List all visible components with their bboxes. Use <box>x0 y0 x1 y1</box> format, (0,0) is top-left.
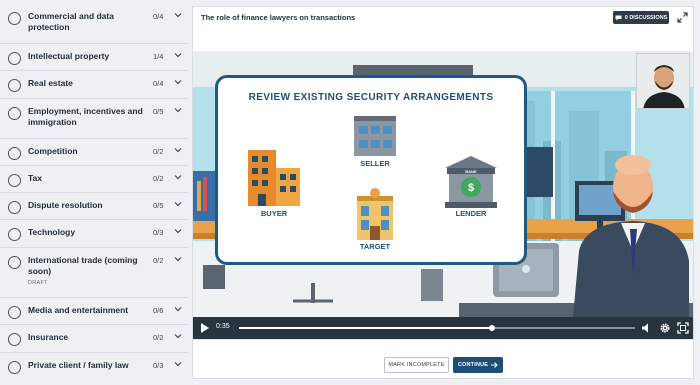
sidebar-item-label: Technology <box>28 227 76 237</box>
lender-label: LENDER <box>455 209 487 218</box>
progress-handle[interactable] <box>489 325 495 331</box>
seller-label: SELLER <box>360 159 390 168</box>
progress-count: 0/6 <box>153 306 164 315</box>
chevron-down-icon[interactable] <box>173 359 183 369</box>
chat-bubble-icon <box>615 15 622 20</box>
progress-count: 0/2 <box>153 333 164 342</box>
incomplete-circle-icon <box>8 52 21 65</box>
sidebar-item-private-client[interactable]: Private client / family law 0/3 <box>0 353 188 383</box>
progress-count: 0/4 <box>153 12 164 21</box>
seller-building-icon <box>354 116 396 156</box>
incomplete-circle-icon <box>8 79 21 92</box>
bank-sign-text: BANK <box>465 169 477 174</box>
current-time: 0:35 <box>216 323 230 330</box>
continue-label: CONTINUE <box>457 362 489 368</box>
dollar-sign-icon: $ <box>468 182 474 194</box>
presenter-avatar <box>637 54 689 108</box>
sidebar-item-ip[interactable]: Intellectual property 1/4 <box>0 44 188 71</box>
buyer-building-icon <box>248 150 300 206</box>
play-icon[interactable] <box>201 323 209 333</box>
lesson-footer: MARK INCOMPLETE CONTINUE <box>193 339 693 379</box>
incomplete-circle-icon <box>8 147 21 160</box>
chevron-down-icon[interactable] <box>173 331 183 341</box>
sidebar-item-dispute[interactable]: Dispute resolution 0/5 <box>0 193 188 220</box>
arrow-right-icon <box>491 362 498 368</box>
sidebar-item-label: Tax <box>28 173 43 183</box>
progress-count: 0/5 <box>153 201 164 210</box>
lesson-panel: The role of finance lawyers on transacti… <box>192 6 694 379</box>
chevron-down-icon[interactable] <box>173 50 183 60</box>
sidebar-item-label: Media and entertainment <box>28 305 129 315</box>
sidebar-item-competition[interactable]: Competition 0/2 <box>0 139 188 166</box>
chevron-down-icon[interactable] <box>173 304 183 314</box>
progress-count: 0/3 <box>153 361 164 370</box>
progress-count: 1/4 <box>153 52 164 61</box>
progress-count: 0/2 <box>153 256 164 265</box>
progress-count: 0/4 <box>153 79 164 88</box>
sidebar-item-real-estate[interactable]: Real estate 0/4 <box>0 71 188 99</box>
sidebar-item-commercial[interactable]: Commercial and data protection 0/4 <box>0 4 188 44</box>
slide-title: REVIEW EXISTING SECURITY ARRANGEMENTS <box>248 92 494 103</box>
progress-count: 0/5 <box>153 107 164 116</box>
incomplete-circle-icon <box>8 306 21 319</box>
target-building-icon <box>357 188 393 240</box>
sidebar-item-label: Employment, incentives and immigration <box>28 106 143 127</box>
sidebar-item-insurance[interactable]: Insurance 0/2 <box>0 325 188 353</box>
incomplete-circle-icon <box>8 361 21 374</box>
chevron-down-icon[interactable] <box>173 77 183 87</box>
chevron-down-icon[interactable] <box>173 105 183 115</box>
progress-count: 0/2 <box>153 174 164 183</box>
course-outline-sidebar: Commercial and data protection 0/4 Intel… <box>0 0 188 385</box>
sidebar-item-label: Private client / family law <box>28 360 129 370</box>
incomplete-circle-icon <box>8 201 21 214</box>
incomplete-circle-icon <box>8 256 21 269</box>
presenter-webcam <box>636 53 690 109</box>
volume-icon[interactable] <box>641 323 651 333</box>
expand-icon[interactable] <box>677 12 688 23</box>
sidebar-item-employment[interactable]: Employment, incentives and immigration 0… <box>0 99 188 139</box>
sidebar-item-tax[interactable]: Tax 0/2 <box>0 166 188 193</box>
fullscreen-icon[interactable] <box>677 322 689 334</box>
draft-badge: DRAFT <box>28 280 48 286</box>
chevron-down-icon[interactable] <box>173 254 183 264</box>
gear-icon[interactable] <box>659 322 671 334</box>
video-controls: 0:35 <box>193 317 693 339</box>
sidebar-item-label: Dispute resolution <box>28 200 103 210</box>
slide-card: REVIEW EXISTING SECURITY ARRANGEMENTS BU… <box>215 75 527 265</box>
sidebar-item-label: Intellectual property <box>28 51 110 61</box>
buyer-label: BUYER <box>260 209 288 218</box>
chevron-down-icon[interactable] <box>173 199 183 209</box>
discussions-button[interactable]: 0 DISCUSSIONS <box>613 11 669 24</box>
sidebar-item-media[interactable]: Media and entertainment 0/6 <box>0 298 188 325</box>
continue-button[interactable]: CONTINUE <box>453 357 503 373</box>
incomplete-circle-icon <box>8 12 21 25</box>
sidebar-item-label: International trade (coming soon) <box>28 255 138 276</box>
mark-incomplete-button[interactable]: MARK INCOMPLETE <box>384 357 449 373</box>
progress-fill <box>239 327 492 329</box>
sidebar-item-international-trade[interactable]: International trade (coming soon) DRAFT … <box>0 248 188 298</box>
bank-icon: BANK $ <box>445 156 497 208</box>
incomplete-circle-icon <box>8 174 21 187</box>
incomplete-circle-icon <box>8 333 21 346</box>
sidebar-item-label: Commercial and data protection <box>28 11 114 32</box>
sidebar-item-label: Real estate <box>28 78 73 88</box>
incomplete-circle-icon <box>8 107 21 120</box>
chevron-down-icon[interactable] <box>173 226 183 236</box>
chevron-down-icon[interactable] <box>173 172 183 182</box>
lesson-title: The role of finance lawyers on transacti… <box>201 13 356 22</box>
discussions-label: 0 DISCUSSIONS <box>624 14 668 21</box>
sidebar-item-technology[interactable]: Technology 0/3 <box>0 220 188 248</box>
progress-count: 0/2 <box>153 147 164 156</box>
progress-count: 0/3 <box>153 228 164 237</box>
video-player[interactable]: REVIEW EXISTING SECURITY ARRANGEMENTS BU… <box>193 51 693 339</box>
chevron-down-icon[interactable] <box>173 10 183 20</box>
sidebar-item-label: Insurance <box>28 332 69 342</box>
chevron-down-icon[interactable] <box>173 145 183 155</box>
target-label: TARGET <box>359 242 391 251</box>
incomplete-circle-icon <box>8 228 21 241</box>
sidebar-item-label: Competition <box>28 146 78 156</box>
